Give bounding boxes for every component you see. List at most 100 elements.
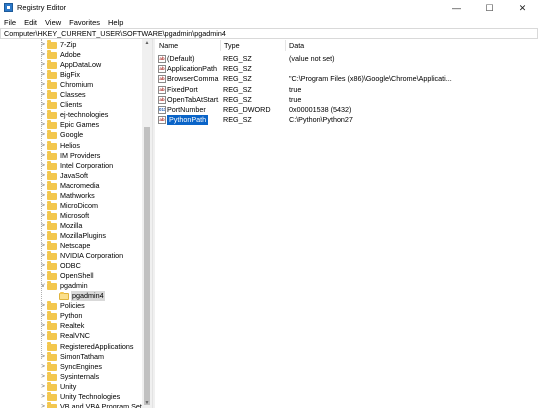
folder-icon [47, 271, 57, 281]
tree-item[interactable]: > JavaSoft [0, 170, 142, 181]
expand-icon[interactable]: > [40, 181, 46, 191]
tree-item[interactable]: > Microsoft [0, 210, 142, 221]
tree-item[interactable]: > Policies [0, 301, 142, 311]
expand-icon[interactable]: > [40, 301, 46, 311]
tree-item[interactable]: > RealVNC [0, 331, 142, 341]
expand-icon[interactable]: > [40, 321, 46, 331]
tree-item[interactable]: > Epic Games [0, 120, 142, 130]
tree-item[interactable]: >7-Zip [0, 40, 142, 50]
expand-icon[interactable]: > [40, 271, 46, 281]
tree-item[interactable]: > OpenShell [0, 271, 142, 281]
expand-icon[interactable]: > [40, 201, 46, 211]
tree-item[interactable]: > AppDataLow [0, 60, 142, 70]
expand-icon[interactable]: > [40, 392, 46, 402]
value-row[interactable]: ab PythonPath REG_SZ C:\Python\Python27 [155, 115, 540, 126]
expand-icon[interactable]: > [40, 40, 46, 50]
tree-item[interactable]: > Helios [0, 140, 142, 151]
column-header-name[interactable]: Name [159, 41, 178, 50]
menu-help[interactable]: Help [104, 18, 127, 27]
expand-icon[interactable]: > [40, 100, 46, 110]
tree-item[interactable]: > Unity [0, 381, 142, 392]
column-divider[interactable] [285, 40, 286, 51]
expand-icon[interactable]: > [40, 80, 46, 90]
expand-icon[interactable]: > [40, 60, 46, 70]
expand-icon[interactable]: > [40, 221, 46, 231]
scroll-up-icon[interactable]: ▲ [142, 39, 152, 48]
scroll-down-icon[interactable]: ▼ [142, 399, 152, 408]
expand-icon[interactable]: > [40, 110, 46, 120]
tree-item[interactable]: > Sysinternals [0, 371, 142, 382]
tree-item[interactable]: > SimonTatham [0, 351, 142, 362]
tree-item[interactable]: > MicroDicom [0, 200, 142, 211]
tree-item[interactable]: > ej-technologies [0, 110, 142, 120]
tree-item[interactable]: > Intel Corporation [0, 160, 142, 171]
expand-icon[interactable]: > [40, 241, 46, 251]
expand-icon[interactable]: > [40, 251, 46, 261]
tree-item[interactable]: > Chromium [0, 80, 142, 90]
column-header-type[interactable]: Type [224, 41, 240, 50]
tree-item[interactable]: v pgadmin [0, 281, 142, 291]
tree-item[interactable]: > Realtek [0, 321, 142, 331]
tree-item[interactable]: > Adobe [0, 50, 142, 60]
tree-item[interactable]: > VB and VBA Program Settings [0, 401, 152, 408]
tree-item[interactable]: > BigFix [0, 70, 142, 80]
menu-favorites[interactable]: Favorites [65, 18, 104, 27]
tree-item[interactable]: > Classes [0, 90, 142, 100]
tree-item[interactable]: > Mozilla [0, 220, 142, 231]
close-button[interactable]: ✕ [506, 0, 539, 16]
folder-icon [47, 220, 57, 230]
tree-item[interactable]: > Google [0, 130, 142, 140]
column-divider[interactable] [220, 40, 221, 51]
tree-item[interactable]: > Clients [0, 100, 142, 110]
expand-icon[interactable]: > [40, 130, 46, 140]
expand-icon[interactable]: > [40, 362, 46, 372]
expand-icon[interactable]: > [40, 231, 46, 241]
tree-item[interactable]: pgadmin4 [0, 291, 142, 302]
value-row[interactable]: ab (Default) REG_SZ (value not set) [155, 54, 540, 64]
expand-icon[interactable]: > [40, 151, 46, 161]
expand-icon[interactable]: > [40, 331, 46, 341]
value-row[interactable]: ab BrowserComma... REG_SZ "C:\Program Files… [155, 74, 540, 84]
expand-icon[interactable]: > [40, 90, 46, 100]
tree-item[interactable]: > Mathworks [0, 190, 142, 201]
expand-icon[interactable]: > [40, 50, 46, 60]
tree-item-label: ej-technologies [60, 110, 109, 120]
tree-scrollbar[interactable]: ▲ ▼ [142, 39, 152, 408]
expand-icon[interactable]: > [40, 372, 46, 382]
expand-icon[interactable]: > [40, 352, 46, 362]
tree-item[interactable]: > MozillaPlugins [0, 230, 142, 241]
minimize-button[interactable]: — [440, 0, 473, 16]
expand-icon[interactable]: > [40, 141, 46, 151]
expand-icon[interactable]: > [40, 311, 46, 321]
expand-icon[interactable]: > [40, 120, 46, 130]
tree-item[interactable]: > SyncEngines [0, 361, 142, 372]
value-row[interactable]: ab FixedPort REG_SZ true [155, 85, 540, 95]
tree-item[interactable]: > Macromedia [0, 180, 142, 191]
menu-file[interactable]: File [0, 18, 20, 27]
address-bar[interactable]: Computer\HKEY_CURRENT_USER\SOFTWARE\pgad… [0, 28, 538, 39]
expand-icon[interactable]: > [40, 70, 46, 80]
column-header-data[interactable]: Data [289, 41, 304, 50]
tree-item[interactable]: > ODBC [0, 261, 142, 271]
expand-icon[interactable]: > [40, 211, 46, 221]
tree-item[interactable]: > Netscape [0, 241, 142, 251]
tree-item[interactable]: > NVIDIA Corporation [0, 251, 142, 261]
menu-view[interactable]: View [41, 18, 65, 27]
expand-icon[interactable]: > [40, 191, 46, 201]
tree-item[interactable]: > Unity Technologies [0, 391, 142, 402]
maximize-button[interactable]: ☐ [473, 0, 506, 16]
value-row[interactable]: ab OpenTabAtStart... REG_SZ true [155, 95, 540, 105]
value-row[interactable]: 011 PortNumber REG_DWORD 0x00001538 (5432) [155, 105, 540, 115]
expand-icon[interactable]: > [40, 261, 46, 271]
menu-edit[interactable]: Edit [20, 18, 41, 27]
tree-item[interactable]: > Python [0, 311, 142, 321]
expand-icon[interactable]: > [40, 171, 46, 181]
expand-icon[interactable]: > [40, 161, 46, 171]
expand-icon[interactable]: > [40, 382, 46, 392]
tree-item[interactable]: > IM Providers [0, 150, 142, 161]
collapse-icon[interactable]: v [40, 281, 46, 291]
value-row[interactable]: ab ApplicationPath REG_SZ [155, 64, 540, 74]
scroll-thumb[interactable] [144, 127, 150, 405]
tree-item[interactable]: RegisteredApplications [0, 341, 142, 352]
expand-icon[interactable]: > [40, 402, 46, 408]
